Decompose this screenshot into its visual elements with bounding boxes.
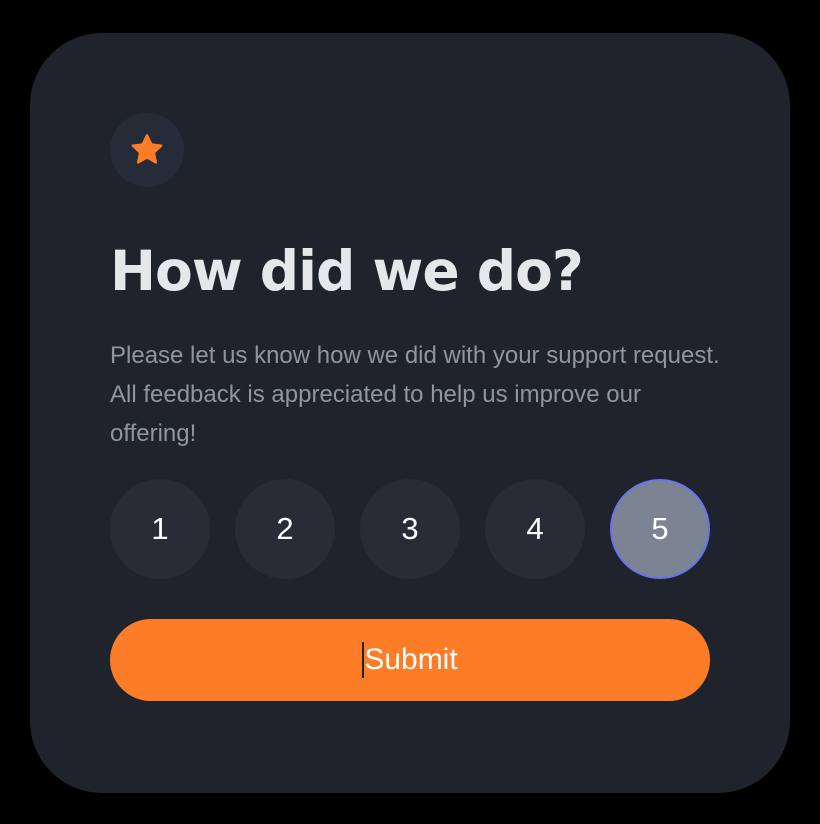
card-description: Please let us know how we did with your …	[110, 342, 720, 447]
submit-label: Submit	[364, 643, 458, 676]
submit-button[interactable]: Submit	[110, 619, 710, 701]
star-icon	[129, 132, 165, 168]
card-title: How did we do?	[110, 239, 584, 303]
rating-option-4[interactable]: 4	[485, 479, 585, 579]
rating-option-3[interactable]: 3	[360, 479, 460, 579]
rating-card: How did we do? Please let us know how we…	[30, 33, 790, 793]
star-badge	[110, 113, 184, 187]
rating-option-1[interactable]: 1	[110, 479, 210, 579]
rating-option-5[interactable]: 5	[610, 479, 710, 579]
rating-option-2[interactable]: 2	[235, 479, 335, 579]
rating-options: 1 2 3 4 5	[110, 479, 710, 579]
